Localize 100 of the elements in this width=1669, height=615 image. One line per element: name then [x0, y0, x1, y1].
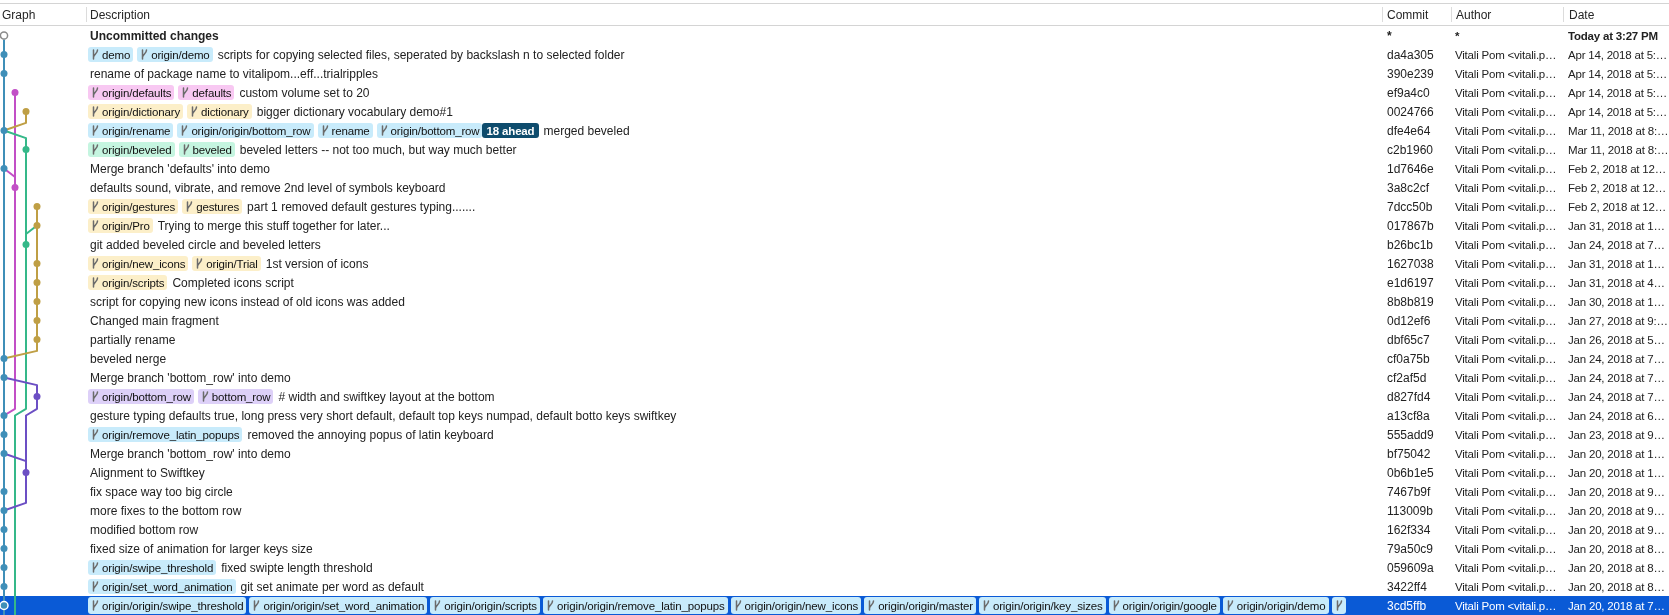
commit-hash: dbf65c7 [1387, 332, 1430, 347]
column-header[interactable]: Author [1456, 7, 1492, 22]
column-header[interactable]: Date [1569, 7, 1595, 22]
author-name: * [1455, 29, 1460, 42]
commit-row[interactable]: origin/defaults defaults custom volume set to 20 ef9a4c0 Vitali Pom <vitali.p… Apr 14, 2018 at 5:… [0, 83, 1669, 102]
branch-icon [1335, 600, 1343, 611]
commit-node-icon [0, 51, 8, 58]
column-header[interactable]: Commit [1387, 7, 1429, 22]
commit-row[interactable]: Changed main fragment 0d12ef6 Vitali Pom <vitali.p… Jan 27, 2018 at 9:… [0, 311, 1669, 330]
branch-tag[interactable]: dictionary [187, 104, 252, 119]
author-name: Vitali Pom <vitali.p… [1455, 181, 1557, 194]
commit-row[interactable]: origin/rename origin/origin/bottom_row rename origin/bottom_row 18 ahead merged beveled dfe4e64 Vitali Pom <vitali.p… Mar 11, 2018 at 8:… [0, 121, 1669, 140]
commit-row[interactable]: Uncommitted changes * * Today at 3:27 PM [0, 26, 1669, 45]
branch-tag[interactable]: origin/bottom_row [376, 123, 483, 138]
branch-tag[interactable]: origin/origin/demo [1222, 597, 1329, 614]
branch-tag[interactable]: gestures [182, 199, 243, 214]
commit-row[interactable]: script for copying new icons instead of old icons was added 8b8b819 Vitali Pom <vitali.p… Jan 30, 2018 at 1… [0, 292, 1669, 311]
commit-date: Jan 27, 2018 at 9:… [1568, 314, 1668, 327]
author-name: Vitali Pom <vitali.p… [1455, 124, 1557, 137]
branch-icon [92, 258, 99, 269]
commit-hash: 0024766 [1387, 104, 1434, 119]
commit-message: fixed swipte length threshold [221, 560, 373, 575]
commit-row[interactable] [0, 596, 1669, 615]
branch-tag[interactable]: origin/remove_latin_popups [88, 427, 243, 442]
commit-message: removed the annoying popus of latin keyboard [247, 427, 494, 442]
branch-tag[interactable]: origin/Pro [88, 218, 153, 233]
branch-tag[interactable]: origin/set_word_animation [88, 579, 236, 594]
branch-tag[interactable]: origin/origin/scripts [430, 597, 540, 614]
commit-row[interactable]: Merge branch 'bottom_row' into demo cf2af5d Vitali Pom <vitali.p… Jan 24, 2018 at 7… [0, 368, 1669, 387]
commit-row[interactable]: beveled nerge cf0a75b Vitali Pom <vitali.p… Jan 24, 2018 at 7… [0, 349, 1669, 368]
author-name: Vitali Pom <vitali.p… [1455, 561, 1557, 574]
author-name: Vitali Pom <vitali.p… [1455, 143, 1557, 156]
commit-node-icon [11, 184, 19, 191]
commit-row[interactable]: origin/set_word_animation git set animate per word as default 3422ff4 Vitali Pom <vitali.p… Jan 20, 2018 at 8… [0, 577, 1669, 596]
commit-row[interactable]: Merge branch 'defaults' into demo 1d7646e Vitali Pom <vitali.p… Feb 2, 2018 at 12… [0, 159, 1669, 178]
commit-node-icon [0, 31, 9, 40]
commit-message: beveled nerge [90, 351, 167, 366]
commit-row[interactable]: defaults sound, vibrate, and remove 2nd level of symbols keyboard 3a8c2cf Vitali Pom <vitali.p… Feb 2, 2018 at 12… [0, 178, 1669, 197]
commit-row[interactable]: origin/bottom_row bottom_row # width and swiftkey layout at the bottom d827fd4 Vitali Pom <vitali.p… Jan 24, 2018 at 7… [0, 387, 1669, 406]
commit-row[interactable]: demo origin/demo scripts for copying selected files, seperated by backslash n to selected folder da4a305 Vitali Pom <vitali.p… Apr 14, 2018 at 5:… [0, 45, 1669, 64]
commit-row[interactable]: origin/remove_latin_popups removed the annoying popus of latin keyboard 555add9 Vitali Pom <vitali.p… Jan 23, 2018 at 9… [0, 425, 1669, 444]
column-header[interactable]: Graph [2, 7, 36, 22]
commit-row[interactable]: modified bottom row 162f334 Vitali Pom <vitali.p… Jan 20, 2018 at 9… [0, 520, 1669, 539]
author-name: Vitali Pom <vitali.p… [1455, 580, 1557, 593]
branch-tag[interactable]: origin/bottom_row [88, 389, 194, 404]
commit-row[interactable]: origin/swipe_threshold fixed swipte length threshold 059609a Vitali Pom <vitali.p… Jan 20, 2018 at 8… [0, 558, 1669, 577]
branch-tag[interactable]: origin/beveled [88, 142, 175, 157]
branch-tag[interactable]: origin/origin/bottom_row [177, 123, 314, 138]
branch-tag[interactable]: origin/origin/key_sizes [978, 597, 1106, 614]
commit-row[interactable]: origin/scripts Completed icons script e1d6197 Vitali Pom <vitali.p… Jan 31, 2018 at 4… [0, 273, 1669, 292]
branch-icon [92, 201, 99, 212]
commit-row[interactable]: origin/Pro Trying to merge this stuff together for later... 017867b Vitali Pom <vitali.p… Jan 31, 2018 at 1… [0, 216, 1669, 235]
commit-date: Jan 24, 2018 at 7… [1568, 390, 1665, 403]
branch-tag[interactable] [1331, 597, 1346, 614]
commit-row[interactable]: rename of package name to vitalipom...eff...trialripples 390e239 Vitali Pom <vitali.p… Apr 14, 2018 at 5:… [0, 64, 1669, 83]
commit-row[interactable]: Merge branch 'bottom_row' into demo bf75042 Vitali Pom <vitali.p… Jan 20, 2018 at 1… [0, 444, 1669, 463]
column-header[interactable]: Description [90, 7, 151, 22]
branch-tag[interactable]: defaults [178, 85, 235, 100]
branch-tag[interactable]: demo [88, 47, 134, 62]
branch-tag[interactable]: origin/defaults [88, 85, 175, 100]
commit-row[interactable]: origin/gestures gestures part 1 removed default gestures typing....... 7dcc50b Vitali Pom <vitali.p… Feb 2, 2018 at 12… [0, 197, 1669, 216]
commit-message: gesture typing defaults true, long press very short default, default top keys numpad, default botto keys swiftkey [90, 408, 677, 423]
commit-row[interactable]: fixed size of animation for larger keys size 79a50c9 Vitali Pom <vitali.p… Jan 20, 2018 at 8… [0, 539, 1669, 558]
commit-row[interactable]: origin/beveled beveled beveled letters -- not too much, but way much better c2b1960 Vitali Pom <vitali.p… Mar 11, 2018 at 8:… [0, 140, 1669, 159]
branch-tag[interactable]: origin/gestures [88, 199, 179, 214]
branch-tag[interactable]: origin/origin/remove_latin_popups [542, 597, 728, 614]
commit-hash: 1627038 [1387, 256, 1434, 271]
branch-tag[interactable]: origin/new_icons [88, 256, 189, 271]
branch-tag[interactable]: origin/dictionary [88, 104, 183, 119]
commit-message: Completed icons script [172, 275, 294, 290]
commit-message: beveled letters -- not too much, but way much better [239, 142, 517, 157]
branch-tag[interactable]: origin/Trial [192, 256, 261, 271]
branch-tag[interactable]: origin/origin/set_word_animation [249, 597, 428, 614]
commit-row[interactable]: origin/dictionary dictionary bigger dictionary vocabulary demo#1 0024766 Vitali Pom <vitali.p… Apr 14, 2018 at 5:… [0, 102, 1669, 121]
branch-icon [181, 125, 189, 136]
commit-message: git added beveled circle and beveled letters [90, 237, 321, 252]
author-name: Vitali Pom <vitali.p… [1455, 371, 1557, 384]
branch-tag[interactable]: beveled [178, 142, 235, 157]
author-name: Vitali Pom <vitali.p… [1455, 238, 1557, 251]
branch-tag[interactable]: origin/scripts [88, 275, 168, 290]
branch-tag[interactable]: origin/origin/swipe_threshold [88, 597, 247, 614]
branch-tag[interactable]: origin/origin/new_icons [730, 597, 862, 614]
branch-tag[interactable]: origin/rename [88, 123, 174, 138]
branch-tag[interactable]: bottom_row [197, 389, 274, 404]
branch-tag[interactable]: rename [317, 123, 373, 138]
branch-tag[interactable]: origin/origin/google [1108, 597, 1220, 614]
commit-date: Jan 20, 2018 at 8… [1568, 561, 1665, 574]
branch-tag[interactable]: origin/swipe_threshold [88, 560, 217, 575]
branch-tag[interactable]: origin/origin/master [864, 597, 976, 614]
author-name: Vitali Pom <vitali.p… [1455, 466, 1557, 479]
commit-row[interactable]: fix space way too big circle 7467b9f Vitali Pom <vitali.p… Jan 20, 2018 at 9… [0, 482, 1669, 501]
commit-row[interactable]: origin/new_icons origin/Trial 1st version of icons 1627038 Vitali Pom <vitali.p… Jan 31, 2018 at 1… [0, 254, 1669, 273]
commit-row[interactable]: git added beveled circle and beveled letters b26bc1b Vitali Pom <vitali.p… Jan 24, 2018 at 7… [0, 235, 1669, 254]
commit-row[interactable]: gesture typing defaults true, long press very short default, default top keys numpad, default botto keys swiftkey a13cf8a Vitali Pom <vitali.p… Jan 24, 2018 at 6… [0, 406, 1669, 425]
commit-row[interactable]: partially rename dbf65c7 Vitali Pom <vitali.p… Jan 26, 2018 at 5… [0, 330, 1669, 349]
commit-node-icon [0, 488, 8, 495]
commit-row[interactable]: more fixes to the bottom row 113009b Vitali Pom <vitali.p… Jan 20, 2018 at 9… [0, 501, 1669, 520]
commit-message: Changed main fragment [90, 313, 219, 328]
commit-row[interactable]: Alignment to Swiftkey 0b6b1e5 Vitali Pom <vitali.p… Jan 20, 2018 at 1… [0, 463, 1669, 482]
branch-tag[interactable]: origin/demo [137, 47, 213, 62]
